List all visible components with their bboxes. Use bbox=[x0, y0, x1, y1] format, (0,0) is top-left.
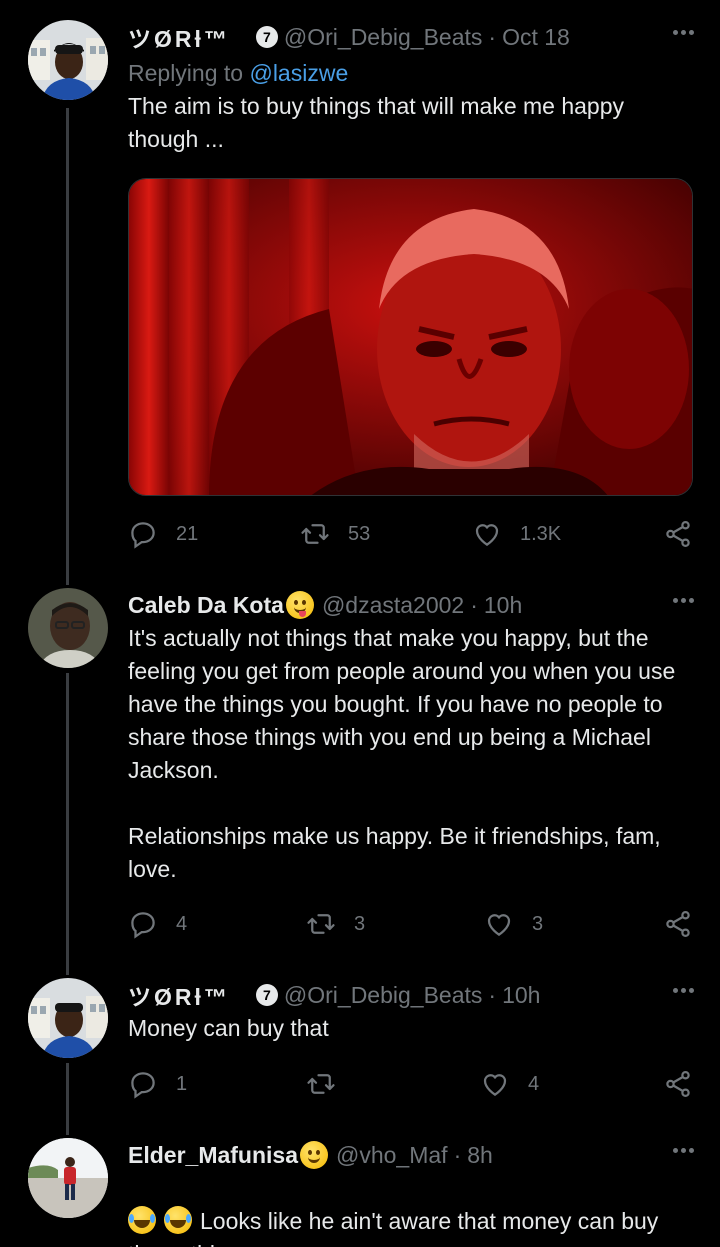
reply-count: 21 bbox=[176, 522, 199, 545]
like-button[interactable]: 4 bbox=[480, 1066, 539, 1102]
retweet-icon bbox=[307, 914, 335, 934]
share-button[interactable] bbox=[663, 906, 693, 942]
more-icon[interactable] bbox=[673, 598, 694, 603]
more-icon[interactable] bbox=[673, 30, 694, 35]
retweet-button[interactable]: 3 bbox=[306, 906, 365, 942]
tweet-header: ツØRƚ™ 7 @Ori_Debig_Beats · 10h bbox=[128, 978, 694, 1012]
reply-icon bbox=[131, 522, 155, 549]
tweet-4[interactable]: Elder_Mafunisa @vho_Maf · 8h Looks like … bbox=[0, 1138, 720, 1247]
tweet-header: ツØRƚ™ 7 @Ori_Debig_Beats · Oct 18 bbox=[128, 20, 694, 54]
share-button[interactable] bbox=[663, 516, 693, 552]
display-name[interactable]: ツØRƚ™ bbox=[128, 978, 230, 1012]
tweet-image[interactable] bbox=[128, 178, 693, 496]
thread-line bbox=[66, 108, 69, 580]
like-button[interactable]: 1.3K bbox=[472, 516, 561, 552]
avatar[interactable] bbox=[28, 588, 108, 668]
tears-of-joy-emoji bbox=[128, 1206, 156, 1234]
tweet-text: Looks like he ain't aware that money can… bbox=[128, 1208, 659, 1247]
avatar[interactable] bbox=[28, 978, 108, 1058]
heart-icon bbox=[487, 914, 511, 936]
retweet-count: 3 bbox=[354, 912, 366, 935]
reply-count: 4 bbox=[176, 912, 188, 935]
tweet-actions: 4 3 3 bbox=[128, 906, 694, 942]
timestamp[interactable]: Oct 18 bbox=[502, 24, 570, 51]
badge: 7 bbox=[255, 26, 278, 48]
tweet-text: Money can buy that bbox=[128, 1015, 329, 1041]
separator: · bbox=[488, 23, 497, 50]
handle[interactable]: @vho_Maf bbox=[336, 1142, 448, 1169]
thread-line bbox=[66, 970, 69, 975]
tears-of-joy-emoji bbox=[164, 1206, 192, 1234]
share-icon bbox=[666, 911, 690, 937]
reply-icon bbox=[131, 912, 155, 939]
avatar[interactable] bbox=[28, 20, 108, 100]
more-icon[interactable] bbox=[673, 1148, 694, 1153]
heart-icon bbox=[475, 524, 499, 546]
separator: · bbox=[453, 1141, 462, 1168]
tweet-text: The aim is to buy things that will make … bbox=[128, 93, 625, 152]
handle[interactable]: @dzasta2002 bbox=[322, 592, 464, 619]
tweet-text: It's actually not things that make you h… bbox=[128, 625, 676, 882]
badge: 7 bbox=[255, 984, 278, 1006]
timestamp[interactable]: 10h bbox=[502, 982, 540, 1009]
more-icon[interactable] bbox=[673, 988, 694, 993]
heart-icon bbox=[483, 1074, 507, 1096]
share-icon bbox=[666, 1071, 690, 1097]
replying-label: Replying to bbox=[128, 60, 244, 86]
retweet-count: 53 bbox=[348, 522, 371, 545]
separator: · bbox=[470, 591, 478, 618]
separator: · bbox=[488, 981, 497, 1008]
tweet-header: Caleb Da Kota @dzasta2002 · 10h bbox=[128, 588, 694, 622]
retweet-icon bbox=[307, 1074, 335, 1094]
tweet-2[interactable]: Caleb Da Kota @dzasta2002 · 10h It's act… bbox=[0, 580, 720, 970]
reply-button[interactable]: 1 bbox=[128, 1066, 187, 1102]
display-name[interactable]: Caleb Da Kota bbox=[128, 592, 284, 619]
share-button[interactable] bbox=[663, 1066, 693, 1102]
replying-handle-link[interactable]: @lasizwe bbox=[249, 60, 348, 86]
share-icon bbox=[666, 521, 690, 547]
thread-line bbox=[66, 1063, 69, 1135]
reply-button[interactable]: 21 bbox=[128, 516, 198, 552]
tweet-1[interactable]: ツØRƚ™ 7 @Ori_Debig_Beats · Oct 18 Replyi… bbox=[0, 0, 720, 580]
tweet-actions: 21 53 1.3K bbox=[128, 516, 694, 552]
retweet-button[interactable] bbox=[306, 1066, 336, 1102]
smiling-blush-emoji bbox=[300, 1141, 328, 1169]
tweet-text-container: Looks like he ain't aware that money can… bbox=[128, 1172, 694, 1247]
display-name[interactable]: ツØRƚ™ bbox=[128, 20, 230, 54]
timestamp[interactable]: 10h bbox=[484, 592, 522, 619]
reply-button[interactable]: 4 bbox=[128, 906, 187, 942]
display-name[interactable]: Elder_Mafunisa bbox=[128, 1142, 298, 1169]
reply-icon bbox=[131, 1072, 155, 1099]
like-count: 4 bbox=[528, 1072, 540, 1095]
retweet-icon bbox=[301, 524, 329, 544]
handle[interactable]: @Ori_Debig_Beats bbox=[284, 24, 483, 51]
retweet-button[interactable]: 53 bbox=[300, 516, 370, 552]
avatar[interactable] bbox=[28, 1138, 108, 1218]
reply-count: 1 bbox=[176, 1072, 188, 1095]
replying-to: Replying to @lasizwe bbox=[128, 56, 694, 90]
handle[interactable]: @Ori_Debig_Beats bbox=[284, 982, 483, 1009]
like-count: 1.3K bbox=[520, 522, 562, 545]
timestamp[interactable]: 8h bbox=[467, 1142, 493, 1169]
winking-tongue-emoji bbox=[285, 591, 314, 619]
tweet-actions: 1 4 bbox=[128, 1066, 694, 1102]
thread-line bbox=[66, 580, 69, 585]
tweet-header: Elder_Mafunisa @vho_Maf · 8h bbox=[128, 1138, 694, 1172]
like-button[interactable]: 3 bbox=[484, 906, 543, 942]
thread-line bbox=[66, 673, 69, 970]
tweet-3[interactable]: ツØRƚ™ 7 @Ori_Debig_Beats · 10h Money can… bbox=[0, 970, 720, 1135]
like-count: 3 bbox=[532, 912, 544, 935]
